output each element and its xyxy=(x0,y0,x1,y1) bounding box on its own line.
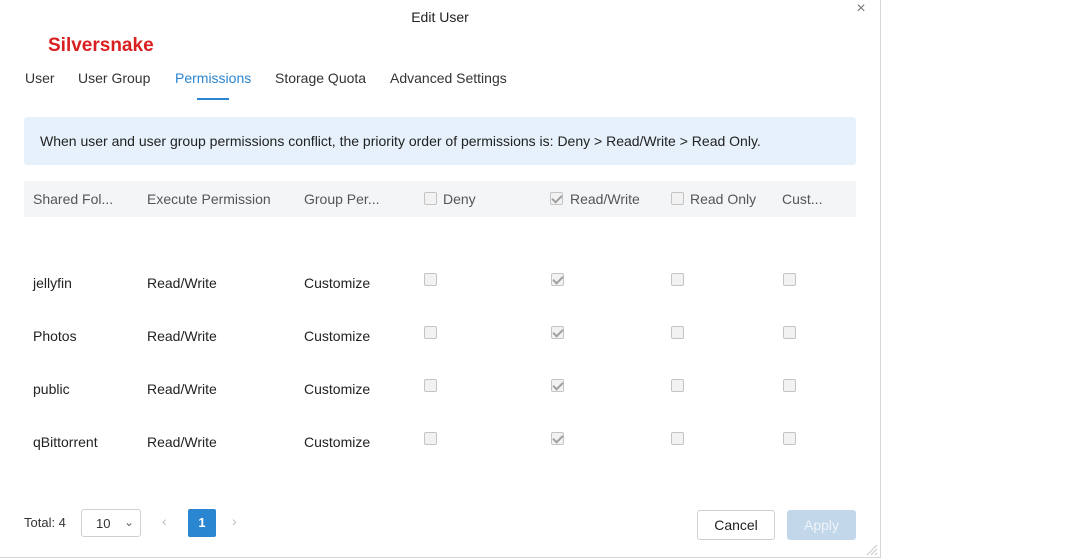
col-deny: Deny xyxy=(443,191,476,207)
col-group-permission: Group Per... xyxy=(304,191,380,207)
col-execute-permission: Execute Permission xyxy=(147,191,271,207)
col-customize: Cust... xyxy=(782,191,823,207)
dialog-title: Edit User xyxy=(411,9,469,25)
page-size-value: 10 xyxy=(96,516,111,531)
read-only-checkbox[interactable] xyxy=(671,432,684,445)
total-count: Total: 4 xyxy=(24,515,66,530)
brand-logo: Silversnake xyxy=(48,35,154,56)
table-row: public Read/Write Customize xyxy=(24,323,856,397)
prev-page-button[interactable]: ‹ xyxy=(162,513,167,529)
table-row: qBittorrent Read/Write Customize xyxy=(24,376,856,450)
apply-button[interactable]: Apply xyxy=(787,510,856,540)
table-header: Shared Fol... Execute Permission Group P… xyxy=(24,181,856,217)
col-shared-folder[interactable]: Shared Fol... xyxy=(33,191,113,207)
cancel-button[interactable]: Cancel xyxy=(697,510,775,540)
resize-grip-icon[interactable] xyxy=(864,542,878,556)
tab-storage-quota[interactable]: Storage Quota xyxy=(275,70,366,86)
header-read-write-checkbox[interactable] xyxy=(550,192,563,205)
read-write-checkbox[interactable] xyxy=(551,432,564,445)
tab-user[interactable]: User xyxy=(25,70,55,86)
table-row: jellyfin Read/Write Customize xyxy=(24,217,856,291)
folder-name: qBittorrent xyxy=(33,434,98,450)
close-icon[interactable]: × xyxy=(853,1,869,17)
tab-advanced-settings[interactable]: Advanced Settings xyxy=(390,70,507,86)
active-tab-indicator xyxy=(197,98,229,100)
next-page-button[interactable]: › xyxy=(232,513,237,529)
tab-user-group[interactable]: User Group xyxy=(78,70,150,86)
page-button-current[interactable]: 1 xyxy=(188,509,216,537)
col-read-only: Read Only xyxy=(690,191,757,207)
table-row: Photos Read/Write Customize xyxy=(24,270,856,344)
edit-user-dialog: Edit User × Silversnake User User Group … xyxy=(0,0,881,558)
header-deny-checkbox[interactable] xyxy=(424,192,437,205)
permission-conflict-notice: When user and user group permissions con… xyxy=(24,117,856,165)
permissions-table: Shared Fol... Execute Permission Group P… xyxy=(24,181,856,450)
col-read-write: Read/Write xyxy=(570,191,640,207)
execute-permission: Read/Write xyxy=(147,434,217,450)
chevron-down-icon: ⌄ xyxy=(123,515,134,529)
deny-checkbox[interactable] xyxy=(424,432,437,445)
customize-checkbox[interactable] xyxy=(783,432,796,445)
page-size-select[interactable]: 10 ⌄ xyxy=(81,509,141,537)
tab-permissions[interactable]: Permissions xyxy=(175,70,251,86)
header-read-only-checkbox[interactable] xyxy=(671,192,684,205)
group-permission: Customize xyxy=(304,434,371,450)
